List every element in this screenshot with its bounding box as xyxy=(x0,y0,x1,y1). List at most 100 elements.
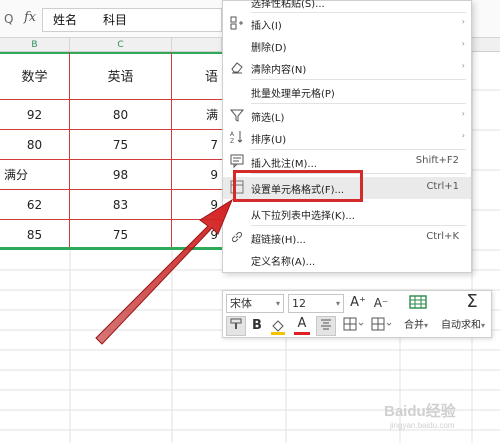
menu-item-shortcut: Ctrl+1 xyxy=(426,181,459,192)
font-size-value: 12 xyxy=(292,297,306,310)
submenu-arrow-icon: › xyxy=(461,61,465,70)
menu-item-pick-from-list[interactable]: 从下拉列表中选择(K)... xyxy=(223,203,471,225)
menu-item-label: 排序(U) xyxy=(251,135,287,146)
header-cell-chinese[interactable]: 语 xyxy=(172,52,222,100)
chevron-down-icon: ▾ xyxy=(423,321,428,330)
font-color-button[interactable]: A xyxy=(291,317,313,335)
menu-separator xyxy=(251,149,466,150)
borders-button[interactable] xyxy=(341,317,367,335)
column-header-d[interactable] xyxy=(172,38,222,52)
formula-text-subject: 科目 xyxy=(103,13,128,27)
paint-bucket-icon xyxy=(271,320,285,335)
column-header-h[interactable] xyxy=(472,38,500,52)
comment-icon xyxy=(229,154,245,170)
formula-input[interactable]: 姓名 科目 xyxy=(42,8,222,32)
table-cell[interactable]: 83 xyxy=(70,190,172,220)
table-cell[interactable]: 75 xyxy=(70,130,172,160)
fill-color-button[interactable] xyxy=(267,317,289,335)
table-cell[interactable]: 75 xyxy=(70,220,172,250)
menu-item-label: 超链接(H)... xyxy=(251,235,306,246)
bold-button[interactable]: B xyxy=(249,317,265,335)
table-cell[interactable]: 9 xyxy=(172,220,222,250)
menu-item-label: 筛选(L) xyxy=(251,113,285,124)
table-cell[interactable]: 85 xyxy=(0,220,70,250)
format-painter-button[interactable] xyxy=(226,316,246,336)
chevron-down-icon: ▾ xyxy=(335,299,340,308)
table-cell[interactable]: 7 xyxy=(172,130,222,160)
menu-item-filter[interactable]: 筛选(L) › xyxy=(223,105,471,127)
header-cell-math[interactable]: 数学 xyxy=(0,52,70,100)
context-menu: 选择性粘贴(S)... 插入(I) › 删除(D) › 清除内容(N) › 批量… xyxy=(222,0,472,273)
menu-item-sort[interactable]: AZ 排序(U) › xyxy=(223,127,471,149)
table-cell[interactable]: 满 xyxy=(172,100,222,130)
menu-item-shortcut: Ctrl+K xyxy=(426,231,459,242)
align-center-icon xyxy=(321,319,331,330)
format-toolbar: 宋体 ▾ 12 ▾ A⁺ A⁻ Σ B A 合并▾ 自动求和▾ xyxy=(222,290,492,338)
menu-item-label: 插入(I) xyxy=(251,21,282,32)
merge-button[interactable]: 合并▾ xyxy=(399,317,433,335)
submenu-arrow-icon: › xyxy=(461,109,465,118)
font-size-select[interactable]: 12 ▾ xyxy=(288,294,344,313)
watermark-sub: jingyan.baidu.com xyxy=(390,421,455,430)
chevron-down-icon: ▾ xyxy=(480,321,485,330)
menu-item-define-name[interactable]: 定义名称(A)... xyxy=(223,249,471,271)
menu-separator xyxy=(251,225,466,226)
table-cell[interactable]: 满分 xyxy=(0,160,70,190)
formula-text-name: 姓名 xyxy=(53,13,78,27)
menu-item-delete[interactable]: 删除(D) › xyxy=(223,35,471,57)
insert-icon xyxy=(229,16,245,32)
menu-item-label: 删除(D) xyxy=(251,43,287,54)
eraser-icon xyxy=(229,60,245,76)
border-style-button[interactable] xyxy=(403,295,433,315)
score-table: 数学 英语 语 92 80 满 80 75 7 满分 98 9 62 83 9 … xyxy=(0,52,222,250)
filter-icon xyxy=(229,108,245,124)
autosum-label: 自动求和 xyxy=(440,320,481,331)
font-name-select[interactable]: 宋体 ▾ xyxy=(226,294,284,313)
watermark: Baidu经验 jingyan.baidu.com xyxy=(384,400,456,430)
menu-item-label: 批量处理单元格(P) xyxy=(251,89,335,100)
quick-access-icon[interactable]: Q xyxy=(4,12,13,26)
menu-item-label: 定义名称(A)... xyxy=(251,257,316,268)
sigma-icon[interactable]: Σ xyxy=(459,293,485,315)
shrink-font-button[interactable]: A⁻ xyxy=(371,294,391,313)
table-cell[interactable]: 80 xyxy=(0,130,70,160)
menu-item-hyperlink[interactable]: 超链接(H)... Ctrl+K xyxy=(223,227,471,249)
selection-bottom-border xyxy=(0,247,222,250)
autosum-button[interactable]: 自动求和▾ xyxy=(435,317,491,335)
column-header-c[interactable]: C xyxy=(70,38,172,52)
align-center-button[interactable] xyxy=(316,316,336,336)
chevron-down-icon: ▾ xyxy=(275,299,280,308)
link-icon xyxy=(229,230,245,246)
menu-separator xyxy=(251,103,466,104)
column-header-b[interactable]: B xyxy=(0,38,70,52)
table-cell[interactable]: 80 xyxy=(70,100,172,130)
menu-item-label: 插入批注(M)... xyxy=(251,159,317,170)
menu-separator xyxy=(251,79,466,80)
table-cell[interactable]: 9 xyxy=(172,190,222,220)
cell-style-icon xyxy=(371,317,392,331)
merge-label: 合并 xyxy=(403,320,424,331)
header-cell-english[interactable]: 英语 xyxy=(70,52,172,100)
watermark-main: Baidu经验 xyxy=(384,403,456,420)
menu-item-label: 选择性粘贴(S)... xyxy=(251,0,325,10)
cell-style-button[interactable] xyxy=(369,317,395,335)
highlight-box xyxy=(233,170,363,202)
menu-item-batch-process[interactable]: 批量处理单元格(P) xyxy=(223,81,471,103)
table-cell[interactable]: 98 xyxy=(70,160,172,190)
font-color-swatch xyxy=(294,332,310,335)
submenu-arrow-icon: › xyxy=(461,39,465,48)
menu-item-label: 从下拉列表中选择(K)... xyxy=(251,211,355,222)
menu-item-insert[interactable]: 插入(I) › xyxy=(223,13,471,35)
menu-item-clear-contents[interactable]: 清除内容(N) › xyxy=(223,57,471,79)
table-style-icon xyxy=(409,295,427,309)
table-cell[interactable]: 62 xyxy=(0,190,70,220)
svg-text:Z: Z xyxy=(230,138,234,144)
format-painter-icon xyxy=(230,318,242,329)
fx-icon[interactable]: fx xyxy=(24,10,36,25)
table-cell[interactable]: 9 xyxy=(172,160,222,190)
table-cell[interactable]: 92 xyxy=(0,100,70,130)
submenu-arrow-icon: › xyxy=(461,17,465,26)
borders-icon xyxy=(343,317,364,331)
grow-font-button[interactable]: A⁺ xyxy=(348,294,368,313)
svg-text:A: A xyxy=(230,131,235,138)
